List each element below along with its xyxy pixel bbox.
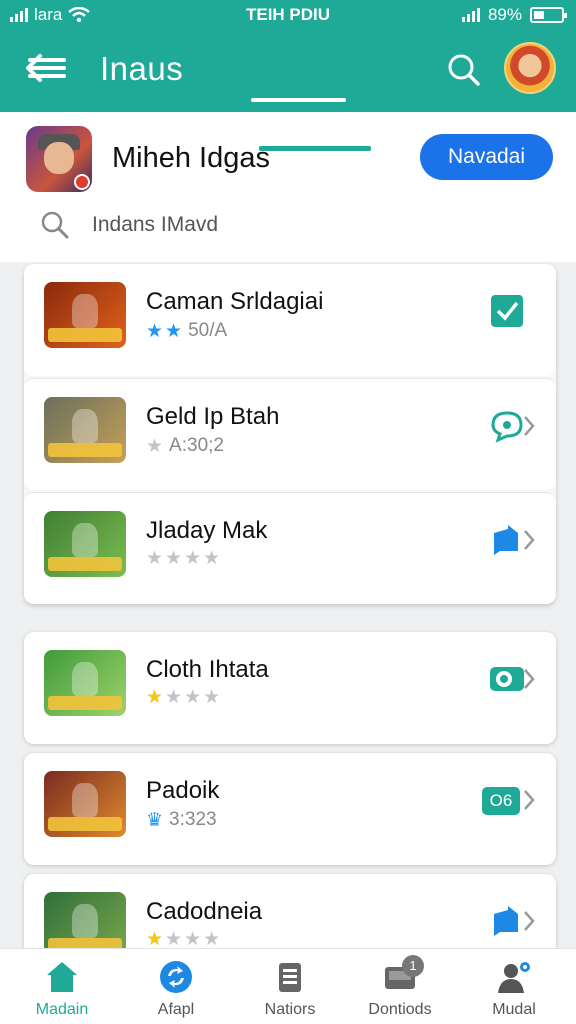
profile-name: Miheh Idgas	[112, 142, 270, 174]
page-title: Inaus	[100, 50, 184, 87]
nav-item-dontiods[interactable]: 1 Dontiods	[350, 955, 450, 1023]
app-rating: ★ A:30;2	[146, 435, 224, 457]
flag-icon[interactable]	[490, 904, 524, 938]
list-item[interactable]: Caman Srldagiai ★ ★ 50/A	[24, 264, 556, 376]
app-icon	[44, 511, 126, 577]
checkbox-checked-icon[interactable]	[490, 294, 524, 328]
search-text: Indans IMavd	[92, 213, 219, 236]
profile-game-icon	[26, 126, 92, 192]
nav-label: Mudal	[492, 1001, 536, 1018]
star-icon: ★	[146, 435, 164, 457]
star-icon: ★	[203, 929, 221, 950]
search-tab-indicator	[259, 146, 371, 151]
app-title: Cadodneia	[146, 898, 263, 925]
app-title: Padoik	[146, 777, 220, 804]
nav-item-mudal[interactable]: Mudal	[464, 959, 564, 1023]
app-rating: ★ ★ 50/A	[146, 320, 227, 342]
star-icon: ★	[203, 548, 221, 569]
app-list-group: Caman Srldagiai ★ ★ 50/A Geld Ip Btah ★ A:30;…	[24, 264, 556, 604]
flag-icon[interactable]	[490, 523, 524, 557]
battery-icon	[530, 7, 567, 23]
battery-percent: 89%	[487, 5, 522, 24]
star-icon: ★	[203, 687, 221, 708]
app-icon	[44, 650, 126, 716]
nav-label: Afapl	[157, 1001, 195, 1018]
nav-label: Natiors	[264, 1001, 316, 1018]
app-rating: ★ ★ ★ ★	[146, 688, 226, 707]
nav-item-afapl[interactable]: Afapl	[126, 959, 226, 1023]
app-title: Cloth Ihtata	[146, 656, 269, 683]
chevron-right-icon	[524, 530, 535, 550]
chevron-right-icon	[524, 669, 535, 689]
chevron-right-icon	[524, 790, 535, 810]
app-title: Jladay Mak	[146, 517, 268, 544]
app-icon	[44, 282, 126, 348]
home-icon	[47, 962, 77, 992]
app-title: Geld Ip Btah	[146, 403, 280, 430]
star-icon: ★	[184, 929, 202, 950]
rating-text: A:30;2	[169, 435, 224, 456]
people-settings-icon	[498, 962, 530, 993]
chat-bubble-icon[interactable]	[490, 409, 524, 443]
app-icon	[44, 397, 126, 463]
header-tab-indicator	[251, 98, 346, 102]
app-rating: ★ ★ ★ ★	[146, 930, 226, 949]
star-icon: ★	[165, 929, 183, 950]
star-icon: ★	[165, 548, 183, 569]
star-icon: ★	[146, 548, 164, 569]
search-field[interactable]: Indans IMavd	[36, 208, 336, 248]
star-icon: ★	[146, 320, 164, 342]
app-rating: ♛ 3:323	[146, 809, 217, 831]
badge-icon[interactable]: O6	[482, 787, 520, 815]
signal-strength-icon	[461, 8, 480, 22]
nav-label: Dontiods	[368, 1001, 432, 1018]
star-icon: ★	[165, 687, 183, 708]
star-icon: ★	[165, 320, 183, 342]
bottom-nav: Madain Afapl Natiors 1 Dontiods Mudal	[0, 948, 576, 1024]
chevron-right-icon	[524, 416, 535, 436]
search-field-icon	[41, 211, 69, 239]
nav-item-madain[interactable]: Madain	[12, 959, 112, 1023]
star-icon: ★	[146, 687, 164, 708]
chevron-right-icon	[524, 911, 535, 931]
sync-icon	[160, 961, 192, 993]
list-item[interactable]: Cloth Ihtata ★ ★ ★ ★	[24, 632, 556, 744]
app-title: Caman Srldagiai	[146, 288, 324, 315]
navadai-button[interactable]: Navadai	[420, 134, 553, 180]
list-item[interactable]: Padoik ♛ 3:323 O6	[24, 753, 556, 865]
rating-text: 3:323	[169, 809, 217, 830]
app-rating: ★ ★ ★ ★	[146, 549, 226, 568]
app-icon	[44, 771, 126, 837]
status-right: 89%	[461, 5, 567, 25]
search-icon[interactable]	[444, 50, 484, 90]
list-item[interactable]: Jladay Mak ★ ★ ★ ★	[24, 492, 556, 604]
star-icon: ★	[184, 687, 202, 708]
rating-text: 50/A	[188, 320, 228, 341]
avatar[interactable]	[504, 42, 556, 94]
profile-section: Miheh Idgas Navadai Indans IMavd	[0, 112, 576, 262]
app-header: lara TEIH PDIU 89% Inaus	[0, 0, 576, 112]
nav-label: Madain	[35, 1001, 89, 1018]
back-arrow-icon[interactable]	[22, 48, 70, 88]
document-icon	[279, 963, 301, 992]
star-icon: ★	[184, 548, 202, 569]
toggle-icon[interactable]	[490, 662, 524, 696]
list-item[interactable]: Geld Ip Btah ★ A:30;2	[24, 378, 556, 490]
notification-badge: 1	[402, 955, 424, 977]
star-icon: ♛	[146, 809, 164, 831]
star-icon: ★	[146, 929, 164, 950]
inbox-icon: 1	[382, 955, 424, 995]
status-bar: lara TEIH PDIU 89%	[0, 0, 576, 32]
nav-item-natiors[interactable]: Natiors	[240, 959, 340, 1023]
